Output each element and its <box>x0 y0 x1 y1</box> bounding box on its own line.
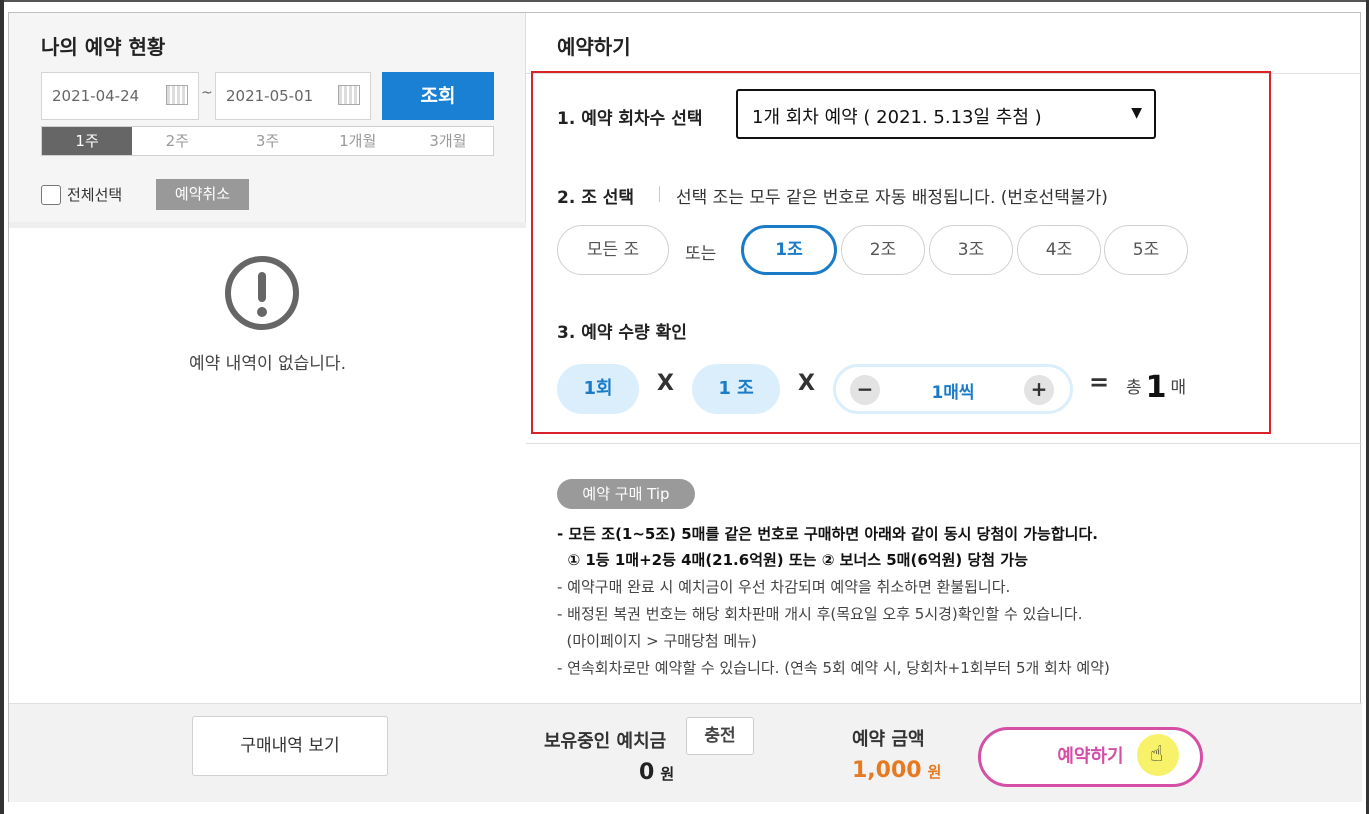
reserve-amount: 1,000 원 <box>852 758 941 783</box>
group-5-button[interactable]: 5조 <box>1104 225 1188 275</box>
start-date-field[interactable]: 2021-04-24 <box>41 72 199 120</box>
end-date-field[interactable]: 2021-05-01 <box>215 72 371 120</box>
groups-count: 1 조 <box>692 364 780 414</box>
currency-unit: 원 <box>927 763 942 781</box>
step2-label: 2. 조 선택 <box>557 188 635 208</box>
group-2-button[interactable]: 2조 <box>841 225 925 275</box>
my-reservation-pane: 나의 예약 현황 2021-04-24 ~ 2021-05-01 조회 1주 2… <box>9 13 526 703</box>
tip-line-6: - 연속회차로만 예약할 수 있습니다. (연속 5회 예약 시, 당회차+1회… <box>557 659 1110 677</box>
tip-badge: 예약 구매 Tip <box>557 479 695 509</box>
step3-label: 3. 예약 수량 확인 <box>557 323 687 343</box>
rounds-count: 1회 <box>557 364 639 414</box>
round-select[interactable]: 1개 회차 예약 ( 2021. 5.13일 추첨 ) ▼ <box>736 89 1156 139</box>
period-tab-3weeks[interactable]: 3주 <box>222 127 312 155</box>
currency-unit: 원 <box>660 765 675 783</box>
tip-line-4: - 배정된 복권 번호는 해당 회차판매 개시 후(목요일 오후 5시경)확인할… <box>557 605 1083 623</box>
total-suffix: 매 <box>1170 378 1187 398</box>
multiply-sign: X <box>798 371 815 396</box>
label-separator <box>659 186 660 202</box>
hand-cursor-icon: ☝ <box>1150 742 1164 767</box>
select-all-control[interactable]: 전체선택 <box>41 184 122 205</box>
all-groups-button[interactable]: 모든 조 <box>557 225 669 275</box>
purchase-history-button[interactable]: 구매내역 보기 <box>192 716 388 776</box>
group-1-button[interactable]: 1조 <box>741 225 837 275</box>
step1-label: 1. 예약 회차수 선택 <box>557 109 703 129</box>
window-left-edge <box>0 0 4 814</box>
reserve-title: 예약하기 <box>557 35 631 59</box>
tip-line-3: - 예약구매 완료 시 예치금이 우선 차감되며 예약을 취소하면 환불됩니다. <box>557 578 1011 596</box>
multiply-sign: X <box>657 371 674 396</box>
tip-line-2: ① 1등 1매+2등 4매(21.6억원) 또는 ② 보너스 5매(6억원) 당… <box>557 551 1028 569</box>
deposit-amount: 0원 <box>639 760 674 785</box>
start-date-value: 2021-04-24 <box>52 87 140 105</box>
cancel-reservation-button[interactable]: 예약취소 <box>156 179 249 210</box>
reserve-amount-label: 예약 금액 <box>852 729 925 750</box>
tip-line-5: (마이페이지 > 구매당첨 메뉴) <box>557 632 757 650</box>
date-range-separator: ~ <box>201 85 213 101</box>
equals-sign: = <box>1089 368 1110 396</box>
round-select-value: 1개 회차 예약 ( 2021. 5.13일 추첨 ) <box>752 107 1042 128</box>
group-4-button[interactable]: 4조 <box>1017 225 1101 275</box>
group-3-button[interactable]: 3조 <box>929 225 1013 275</box>
total-value: 1 <box>1145 370 1167 405</box>
search-button[interactable]: 조회 <box>382 72 494 120</box>
calendar-icon[interactable] <box>338 85 360 105</box>
select-all-label: 전체선택 <box>67 186 123 204</box>
period-tab-1week[interactable]: 1주 <box>42 127 133 155</box>
reservation-panel: 나의 예약 현황 2021-04-24 ~ 2021-05-01 조회 1주 2… <box>8 12 1362 802</box>
total-quantity: 총1매 <box>1126 370 1186 405</box>
reserve-amount-value: 1,000 <box>852 758 922 783</box>
period-tabs: 1주 2주 3주 1개월 3개월 <box>41 126 494 156</box>
exclamation-icon <box>225 256 299 330</box>
window-top-edge <box>0 0 1369 2</box>
empty-message: 예약 내역이 없습니다. <box>189 354 346 374</box>
period-tab-2weeks[interactable]: 2주 <box>132 127 222 155</box>
deposit-label: 보유중인 예치금 <box>544 731 667 752</box>
select-all-checkbox[interactable] <box>41 184 61 205</box>
plus-icon[interactable]: + <box>1024 375 1054 405</box>
tip-line-1: - 모든 조(1~5조) 5매를 같은 번호로 구매하면 아래와 같이 동시 당… <box>557 525 1098 543</box>
end-date-value: 2021-05-01 <box>226 87 314 105</box>
total-prefix: 총 <box>1126 378 1142 398</box>
period-tab-1month[interactable]: 1개월 <box>313 127 403 155</box>
period-tab-3months[interactable]: 3개월 <box>403 127 493 155</box>
tip-divider <box>526 443 1362 444</box>
my-reservation-title: 나의 예약 현황 <box>41 35 166 59</box>
dropdown-arrow-icon: ▼ <box>1131 105 1142 121</box>
or-label: 또는 <box>685 244 717 264</box>
deposit-value: 0 <box>639 760 655 785</box>
quantity-stepper: − 1매씩 + <box>833 364 1073 414</box>
group-note: 선택 조는 모두 같은 번호로 자동 배정됩니다. (번호선택불가) <box>676 188 1108 208</box>
calendar-icon[interactable] <box>166 85 188 105</box>
charge-button[interactable]: 충전 <box>686 717 754 755</box>
